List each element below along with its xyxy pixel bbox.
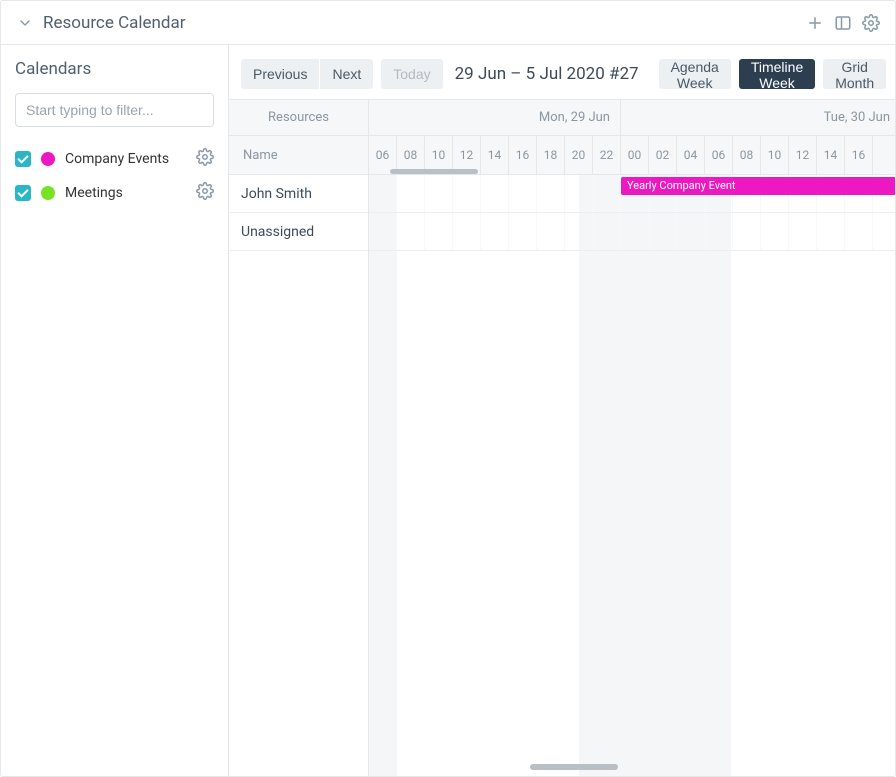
hour-header: 20 [565,136,593,174]
resources-column: Resources Name John SmithUnassigned [229,100,369,776]
hour-header: 08 [733,136,761,174]
next-button[interactable]: Next [320,59,373,89]
timeline-row[interactable] [369,213,895,251]
settings-button[interactable] [857,9,885,37]
panel-toggle-button[interactable] [829,9,857,37]
hour-header: 14 [481,136,509,174]
calendar-label: Meetings [65,185,186,201]
day-header: Tue, 30 Jun [621,100,895,135]
hour-header: 04 [677,136,705,174]
agenda-week-button[interactable]: Agenda Week [659,59,731,89]
page-title: Resource Calendar [43,13,186,33]
filter-input[interactable] [15,93,214,127]
hour-header: 14 [817,136,845,174]
add-button[interactable] [801,9,829,37]
sidebar-heading: Calendars [15,57,214,83]
grid-month-button[interactable]: Grid Month [823,59,886,89]
calendar-color-dot [41,152,55,166]
gear-icon[interactable] [196,148,214,170]
calendar-checkbox[interactable] [15,151,31,167]
toolbar: Previous Next Today 29 Jun – 5 Jul 2020 … [229,45,895,99]
hour-header: 16 [509,136,537,174]
chevron-down-icon[interactable] [17,15,33,31]
sidebar: Calendars Company Events Meetings [1,45,229,776]
calendar-color-dot [41,186,55,200]
date-range-title: 29 Jun – 5 Jul 2020 #27 [451,64,643,84]
non-working-band [579,175,731,776]
calendar-item: Company Events [15,145,214,173]
horizontal-scrollbar-thumb[interactable] [390,169,478,174]
hour-header: 12 [789,136,817,174]
top-bar: Resource Calendar [1,1,895,45]
hour-header: 22 [593,136,621,174]
timeline-week-button[interactable]: Timeline Week [739,59,815,89]
timeline-row[interactable]: Yearly Company Event [369,175,895,213]
day-header: Mon, 29 Jun [369,100,621,135]
resource-row: John Smith [229,175,368,213]
calendar-checkbox[interactable] [15,185,31,201]
hour-header: 06 [705,136,733,174]
hour-header: 00 [621,136,649,174]
hour-header: 10 [761,136,789,174]
horizontal-scrollbar-thumb[interactable] [530,764,618,770]
timeline-grid: Mon, 29 JunTue, 30 Jun 06081012141618202… [369,100,895,776]
gear-icon[interactable] [196,182,214,204]
previous-button[interactable]: Previous [241,59,319,89]
resources-header: Resources [229,100,368,136]
today-button[interactable]: Today [381,59,442,89]
event-bar[interactable]: Yearly Company Event [621,177,895,195]
calendar-item: Meetings [15,179,214,207]
name-column-header: Name [229,136,368,174]
resource-row: Unassigned [229,213,368,251]
calendar-label: Company Events [65,151,186,167]
hour-header: 18 [537,136,565,174]
hour-header: 16 [845,136,873,174]
non-working-band [369,175,397,776]
hour-header: 02 [649,136,677,174]
